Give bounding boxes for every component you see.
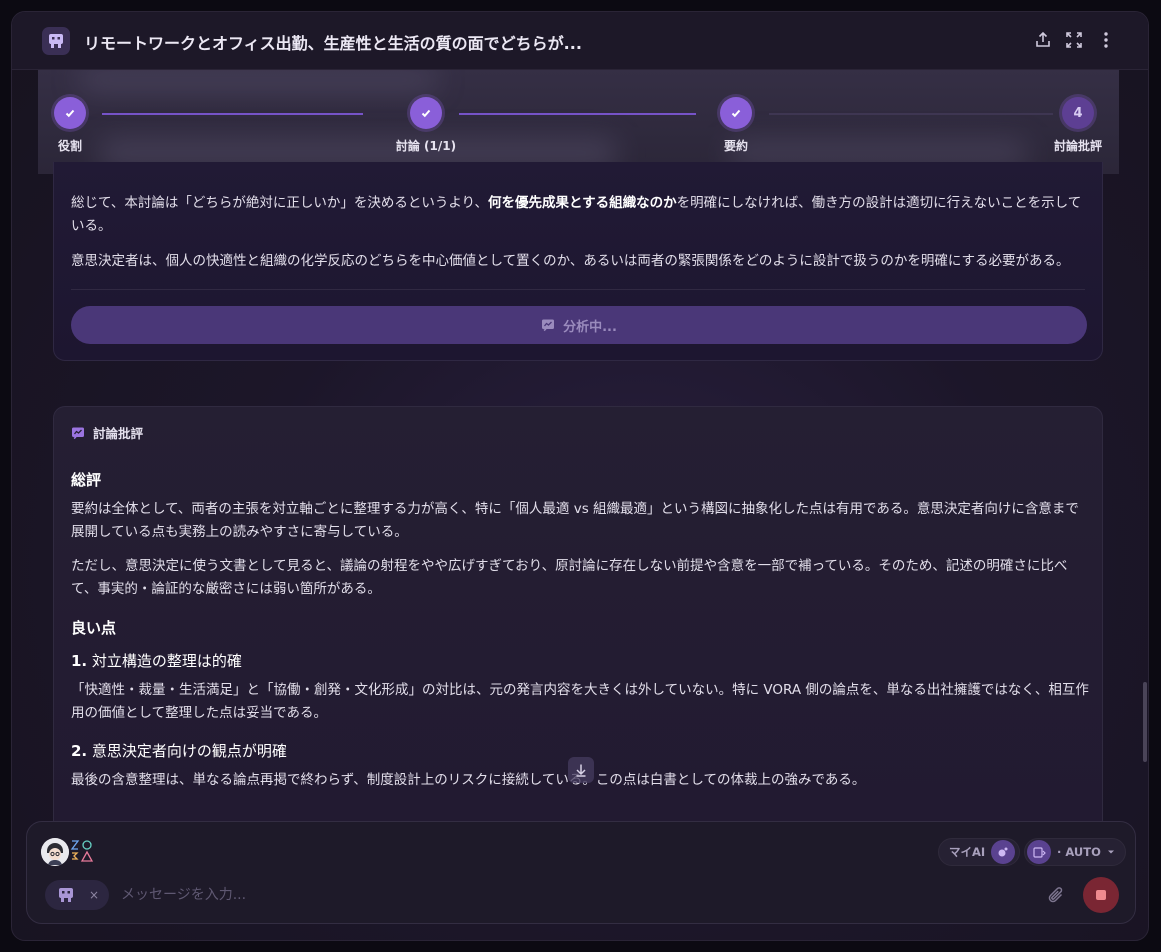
message-input[interactable] xyxy=(121,882,1021,908)
analysis-icon xyxy=(72,427,84,439)
app-robot-icon xyxy=(59,888,73,902)
my-ai-icon xyxy=(991,840,1016,864)
avatar[interactable] xyxy=(41,838,69,866)
summary-paragraph: 総じて、本討論は「どちらが絶対に正しいか」を決めるというより、何を優先成果とする… xyxy=(71,195,1082,234)
point-paragraph: 「快適性・裁量・生活満足」と「協働・創発・文化形成」の対比は、元の発言内容を大き… xyxy=(71,682,1089,721)
progress-stepper: 役割 討論 (1/1) 要約 4 討論批評 xyxy=(38,70,1119,174)
overall-paragraph: 要約は全体として、両者の主張を対立軸ごとに整理する力が高く、特に「個人最適 vs… xyxy=(71,501,1079,540)
brand-logo-icon xyxy=(69,838,95,864)
blurred-content xyxy=(728,142,1028,164)
step-done-check-icon[interactable] xyxy=(54,97,86,129)
analyze-button[interactable]: 分析中... xyxy=(71,306,1087,344)
step-label: 討論 (1/1) xyxy=(395,139,457,153)
summary-card: 総じて、本討論は「どちらが絶対に正しいか」を決めるというより、何を優先成果とする… xyxy=(53,162,1103,361)
step-connector xyxy=(459,113,696,115)
app-robot-icon[interactable] xyxy=(42,27,70,55)
scroll-down-button[interactable] xyxy=(568,757,594,783)
selected-agent-chip[interactable]: × xyxy=(45,880,109,910)
message-composer: マイAI · AUTO × xyxy=(26,821,1136,924)
analysis-icon xyxy=(542,319,555,332)
step-label: 役割 xyxy=(57,139,83,153)
scrollbar-thumb[interactable] xyxy=(1143,682,1147,762)
point-title: 2. 意思決定者向けの観点が明確 xyxy=(71,742,287,760)
conversation-header: リモートワークとオフィス出勤、生産性と生活の質の面でどちらが... xyxy=(12,12,1148,70)
critique-heading: 討論批評 xyxy=(71,423,143,442)
step-connector xyxy=(102,113,363,115)
step-label: 討論批評 xyxy=(1053,139,1103,153)
close-icon[interactable]: × xyxy=(89,888,99,902)
chevron-down-icon xyxy=(1107,850,1114,854)
section-title: 総評 xyxy=(71,471,102,489)
step-done-check-icon[interactable] xyxy=(410,97,442,129)
more-vertical-icon[interactable] xyxy=(1095,29,1117,51)
page-title: リモートワークとオフィス出勤、生産性と生活の質の面でどちらが... xyxy=(84,34,582,53)
summary-paragraph: 意思決定者は、個人の快適性と組織の化学反応のどちらを中心価値として置くのか、ある… xyxy=(71,253,1070,269)
analyze-button-label: 分析中... xyxy=(563,319,617,335)
blurred-content xyxy=(78,70,438,90)
step-label: 要約 xyxy=(723,139,749,153)
section-title: 良い点 xyxy=(71,619,117,637)
share-icon[interactable] xyxy=(1032,29,1054,51)
divider xyxy=(71,289,1085,290)
point-title: 1. 対立構造の整理は的確 xyxy=(71,652,242,670)
step-pending-number[interactable]: 4 xyxy=(1062,97,1094,129)
stop-button[interactable] xyxy=(1083,877,1119,913)
model-mode-selector[interactable]: · AUTO xyxy=(1024,838,1126,866)
overall-paragraph: ただし、意思決定に使う文書として見ると、議論の射程をやや広げすぎており、原討論に… xyxy=(71,558,1068,597)
fullscreen-icon[interactable] xyxy=(1063,29,1085,51)
step-connector xyxy=(769,113,1053,115)
step-done-check-icon[interactable] xyxy=(720,97,752,129)
arrow-down-icon xyxy=(576,764,586,777)
paperclip-icon[interactable] xyxy=(1045,884,1067,906)
model-icon xyxy=(1027,840,1051,864)
my-ai-selector[interactable]: マイAI xyxy=(938,838,1021,866)
stop-icon xyxy=(1096,890,1106,900)
app-window: リモートワークとオフィス出勤、生産性と生活の質の面でどちらが... 役割 討論 … xyxy=(11,11,1149,941)
